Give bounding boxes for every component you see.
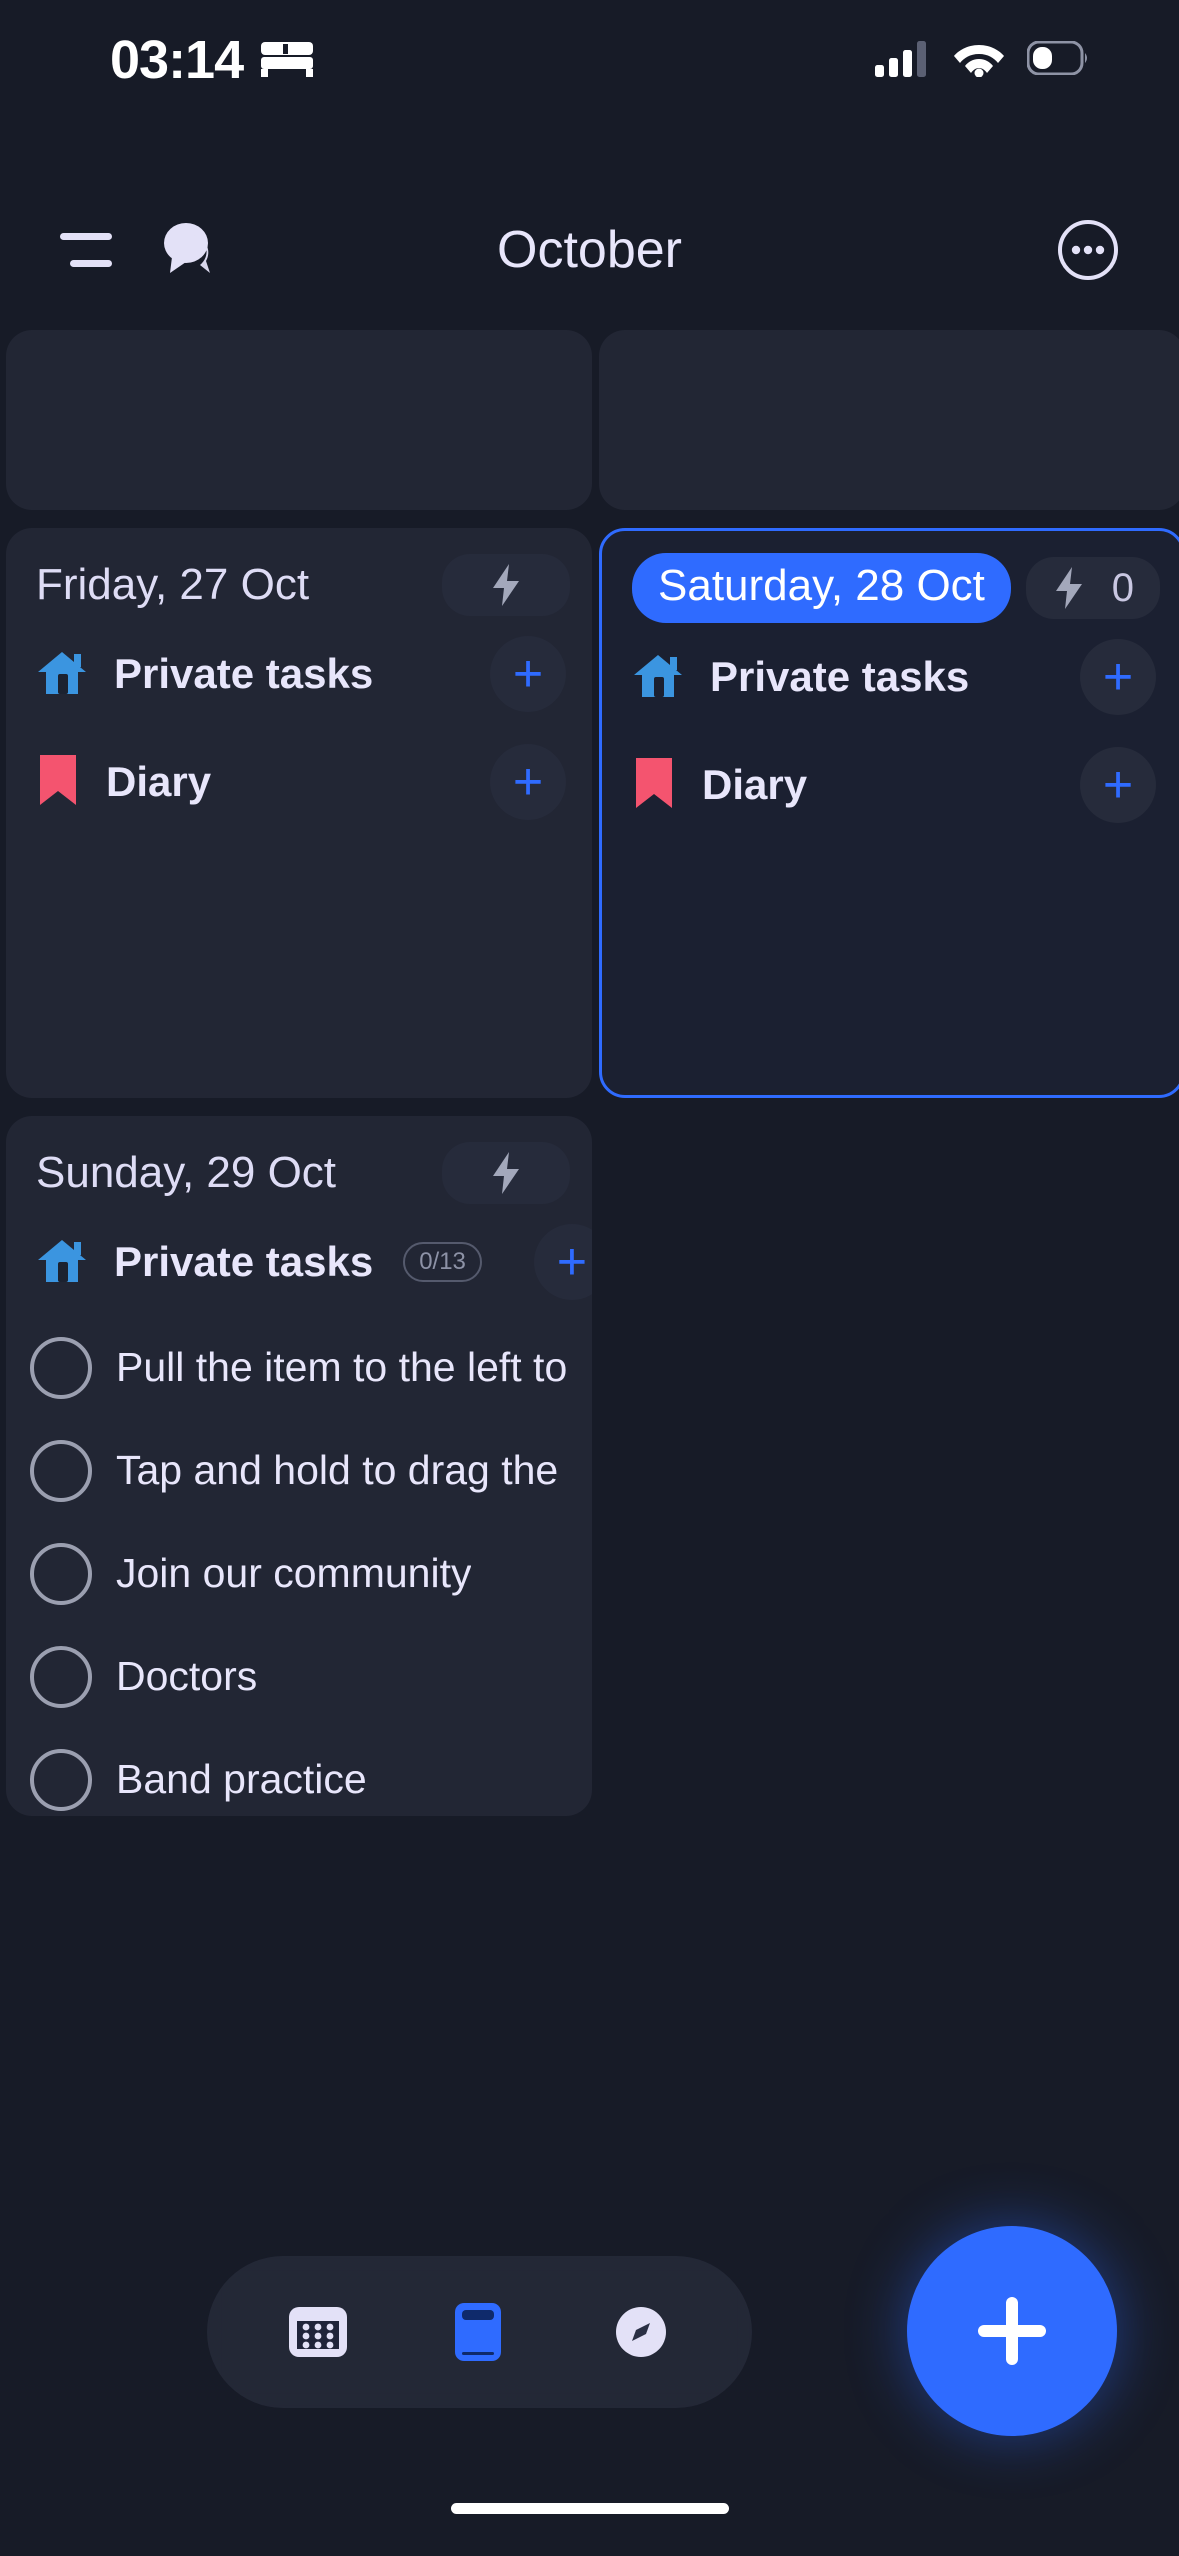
task-label: Pull the item to the left to: [116, 1344, 568, 1390]
day-card-header: Saturday, 28 Oct 0: [602, 531, 1179, 623]
group-label: Diary: [702, 761, 808, 808]
task-row[interactable]: Doctors: [6, 1625, 592, 1728]
group-row-private-tasks[interactable]: Private tasks 0/13 +: [6, 1208, 592, 1316]
add-task-button[interactable]: +: [490, 636, 566, 712]
status-bar: 03:14: [0, 0, 1179, 120]
status-bar-right: [875, 39, 1089, 82]
house-icon: [36, 646, 88, 703]
notebook-icon: [455, 2303, 502, 2361]
group-label: Private tasks: [710, 653, 970, 700]
app-header: October: [0, 195, 1179, 305]
status-bar-left: 03:14: [110, 29, 315, 91]
lightning-bolt-icon: [1055, 567, 1082, 609]
task-label: Band practice: [116, 1756, 367, 1802]
task-checkbox[interactable]: [30, 1542, 92, 1605]
nav-notebook-button[interactable]: [424, 2277, 534, 2387]
task-row[interactable]: Band practice: [6, 1728, 592, 1816]
add-task-button[interactable]: +: [1080, 747, 1156, 823]
nav-compass-button[interactable]: [586, 2277, 696, 2387]
calendar-grid-icon: [288, 2307, 347, 2357]
group-row-diary[interactable]: Diary +: [6, 728, 592, 836]
compass-icon: [616, 2307, 667, 2357]
bed-icon: [259, 38, 315, 83]
task-row[interactable]: Pull the item to the left to: [6, 1316, 592, 1419]
task-row[interactable]: Tap and hold to drag the it: [6, 1419, 592, 1522]
cellular-signal-icon: [875, 39, 931, 82]
add-task-button[interactable]: +: [1080, 639, 1156, 715]
task-count-badge: 0/13: [403, 1242, 482, 1282]
group-row-private-tasks[interactable]: Private tasks +: [602, 623, 1179, 731]
app-screen: 03:14 October Friday, 27 Oct Private tas…: [0, 0, 1179, 2556]
add-fab-button[interactable]: [907, 2226, 1117, 2436]
routine-count: 0: [1111, 565, 1134, 610]
task-checkbox[interactable]: [30, 1748, 92, 1811]
house-icon: [632, 649, 684, 706]
home-indicator: [450, 2503, 729, 2514]
day-card-date: Sunday, 29 Oct: [36, 1148, 337, 1197]
routine-bolt-button[interactable]: [442, 1142, 570, 1204]
group-label: Private tasks: [114, 650, 374, 697]
task-checkbox[interactable]: [30, 1336, 92, 1399]
task-checkbox[interactable]: [30, 1645, 92, 1708]
more-options-icon[interactable]: [1057, 219, 1119, 281]
task-checkbox[interactable]: [30, 1439, 92, 1502]
lightning-bolt-icon: [493, 1152, 519, 1194]
add-task-button[interactable]: +: [533, 1224, 592, 1300]
day-card-friday-27[interactable]: Friday, 27 Oct Private tasks + Diary +: [6, 528, 592, 1098]
nav-calendar-button[interactable]: [263, 2277, 373, 2387]
day-cards-board: Friday, 27 Oct Private tasks + Diary + S…: [0, 330, 1179, 2430]
day-card-partial-top[interactable]: [6, 330, 592, 510]
group-label: Private tasks: [114, 1238, 374, 1285]
day-card-sunday-29[interactable]: Sunday, 29 Oct Private tasks 0/13 + Pull…: [6, 1116, 592, 1816]
task-label: Doctors: [116, 1653, 258, 1699]
day-card-saturday-28[interactable]: Saturday, 28 Oct 0 Private tasks + Diary…: [599, 528, 1179, 1098]
chat-bubble-icon[interactable]: [160, 221, 220, 280]
group-row-private-tasks[interactable]: Private tasks +: [6, 620, 592, 728]
task-label: Tap and hold to drag the it: [116, 1447, 572, 1493]
plus-icon: [978, 2297, 1046, 2365]
group-label: Diary: [106, 758, 212, 805]
day-card-partial-top[interactable]: [599, 330, 1179, 510]
add-task-button[interactable]: +: [490, 744, 566, 820]
routine-bolt-button[interactable]: 0: [1025, 557, 1160, 619]
task-label: Join our community: [116, 1550, 472, 1596]
battery-icon: [1026, 40, 1089, 80]
day-card-header: Sunday, 29 Oct: [6, 1116, 592, 1208]
status-time: 03:14: [110, 30, 244, 90]
day-card-date-today: Saturday, 28 Oct: [632, 553, 1011, 623]
routine-bolt-button[interactable]: [442, 554, 570, 616]
lightning-bolt-icon: [493, 564, 519, 606]
task-row[interactable]: Join our community: [6, 1522, 592, 1625]
right-column: Saturday, 28 Oct 0 Private tasks + Diary…: [599, 330, 1179, 1116]
header-left-actions: [60, 221, 220, 280]
wifi-icon: [953, 39, 1005, 82]
bookmark-icon: [632, 756, 676, 815]
house-icon: [36, 1234, 88, 1291]
bottom-navigation-bar: [207, 2256, 752, 2408]
bookmark-icon: [36, 753, 80, 812]
left-column: Friday, 27 Oct Private tasks + Diary + S…: [6, 330, 592, 1834]
hamburger-menu-icon[interactable]: [60, 233, 112, 267]
group-row-diary[interactable]: Diary +: [602, 731, 1179, 839]
day-card-header: Friday, 27 Oct: [6, 528, 592, 620]
day-card-date: Friday, 27 Oct: [36, 560, 310, 609]
